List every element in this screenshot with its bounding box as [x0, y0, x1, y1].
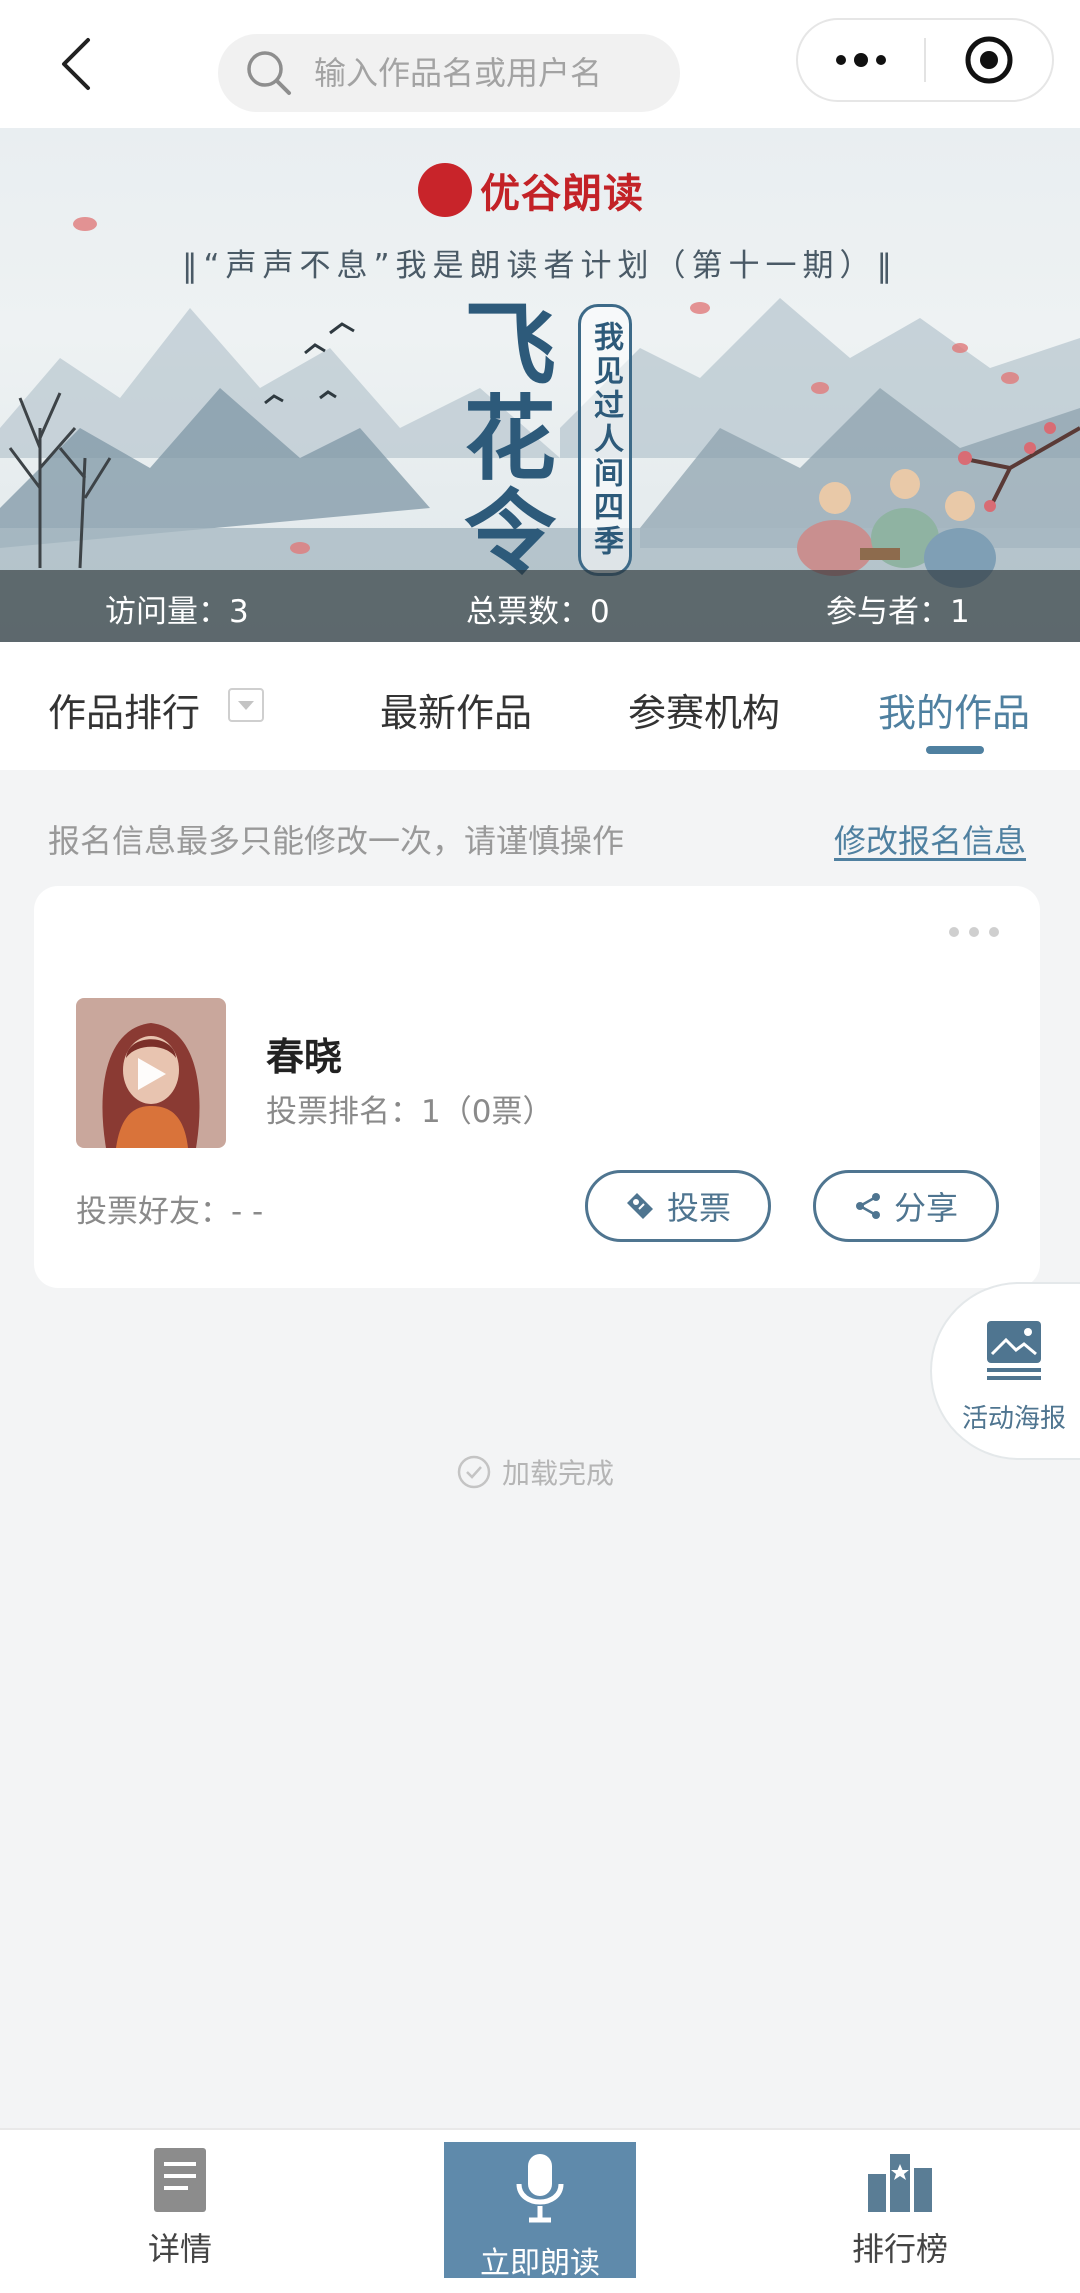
- nav-ranking-label: 排行榜: [851, 2230, 948, 2268]
- theme-tag: 我见过人间四季: [578, 304, 632, 576]
- activity-banner: 优谷朗读 ‖“声声不息”我是朗读者计划（第十一期）‖ 飞 花 令 我见过人间四季…: [0, 128, 1080, 642]
- share-button-label: 分享: [893, 1189, 958, 1227]
- tab-my-works[interactable]: 我的作品: [878, 682, 1030, 737]
- search-bar[interactable]: [218, 34, 680, 112]
- back-button[interactable]: [52, 34, 108, 94]
- edit-notice: 报名信息最多只能修改一次，请谨慎操作: [48, 822, 625, 860]
- activity-poster-button[interactable]: 活动海报: [930, 1282, 1080, 1460]
- edit-registration-link[interactable]: 修改报名信息: [834, 816, 1026, 862]
- target-icon: [965, 36, 1013, 84]
- ticket-icon: [626, 1193, 653, 1219]
- nav-details-label: 详情: [147, 2230, 212, 2268]
- share-icon: [855, 1193, 880, 1219]
- play-icon[interactable]: [134, 1056, 168, 1092]
- more-dots-icon: [836, 53, 886, 67]
- participant-count: 参与者：1: [826, 594, 970, 630]
- document-icon: [154, 2148, 206, 2212]
- nav-read-now[interactable]: 立即朗读: [444, 2142, 636, 2281]
- more-options-icon[interactable]: [946, 922, 1002, 942]
- brand-name: 优谷朗读: [480, 171, 644, 217]
- tab-ranking[interactable]: 作品排行: [48, 682, 200, 737]
- nav-ranking[interactable]: 排行榜: [800, 2148, 1000, 2270]
- check-circle-icon: [457, 1455, 491, 1489]
- brand-mark-icon: [418, 163, 472, 217]
- vote-button-label: 投票: [666, 1189, 731, 1227]
- work-cover[interactable]: [76, 998, 226, 1148]
- activity-poster-label: 活动海报: [962, 1404, 1067, 1434]
- title-char: 飞: [463, 291, 556, 399]
- poster-image-icon: [987, 1321, 1041, 1380]
- top-navigation-bar: [0, 0, 1080, 128]
- tab-latest[interactable]: 最新作品: [380, 682, 532, 737]
- ranking-dropdown[interactable]: [228, 688, 264, 722]
- search-input[interactable]: [314, 54, 674, 92]
- activity-title: 飞 花 令: [450, 298, 570, 580]
- vote-button[interactable]: 投票: [585, 1170, 771, 1242]
- vote-rank: 投票排名：1（0票）: [266, 1094, 554, 1130]
- tab-organizations[interactable]: 参赛机构: [628, 682, 780, 737]
- load-status-text: 加载完成: [502, 1457, 615, 1490]
- chevron-left-icon: [62, 38, 90, 90]
- tab-bar: 作品排行 最新作品 参赛机构 我的作品: [0, 642, 1080, 770]
- microphone-icon: [516, 2154, 564, 2223]
- bottom-navigation: 详情 立即朗读 排行榜: [0, 2128, 1080, 2293]
- mini-program-capsule: [796, 18, 1054, 102]
- vote-total: 总票数：0: [466, 594, 610, 630]
- nav-details[interactable]: 详情: [80, 2148, 280, 2270]
- visit-count: 访问量：3: [105, 594, 249, 630]
- title-char: 花: [463, 385, 556, 493]
- share-button[interactable]: 分享: [813, 1170, 999, 1242]
- leaderboard-icon: [868, 2154, 932, 2212]
- load-status: 加载完成: [456, 1452, 614, 1492]
- vote-friends: 投票好友：- -: [76, 1194, 264, 1230]
- active-tab-indicator: [926, 746, 984, 754]
- brand-logo: 优谷朗读: [418, 158, 644, 222]
- work-card: 春晓 投票排名：1（0票） 投票好友：- - 投票 分享: [34, 886, 1040, 1288]
- nav-read-now-label: 立即朗读: [480, 2246, 600, 2281]
- stats-bar: 访问量：3 总票数：0 参与者：1: [0, 570, 1080, 642]
- more-menu-button[interactable]: [798, 20, 924, 100]
- triangle-down-icon: [238, 701, 254, 710]
- work-title[interactable]: 春晓: [266, 1026, 342, 1081]
- title-char: 令: [463, 479, 556, 587]
- close-program-button[interactable]: [926, 20, 1052, 100]
- activity-subtitle: ‖“声声不息”我是朗读者计划（第十一期）‖: [181, 248, 899, 284]
- search-icon: [247, 51, 291, 95]
